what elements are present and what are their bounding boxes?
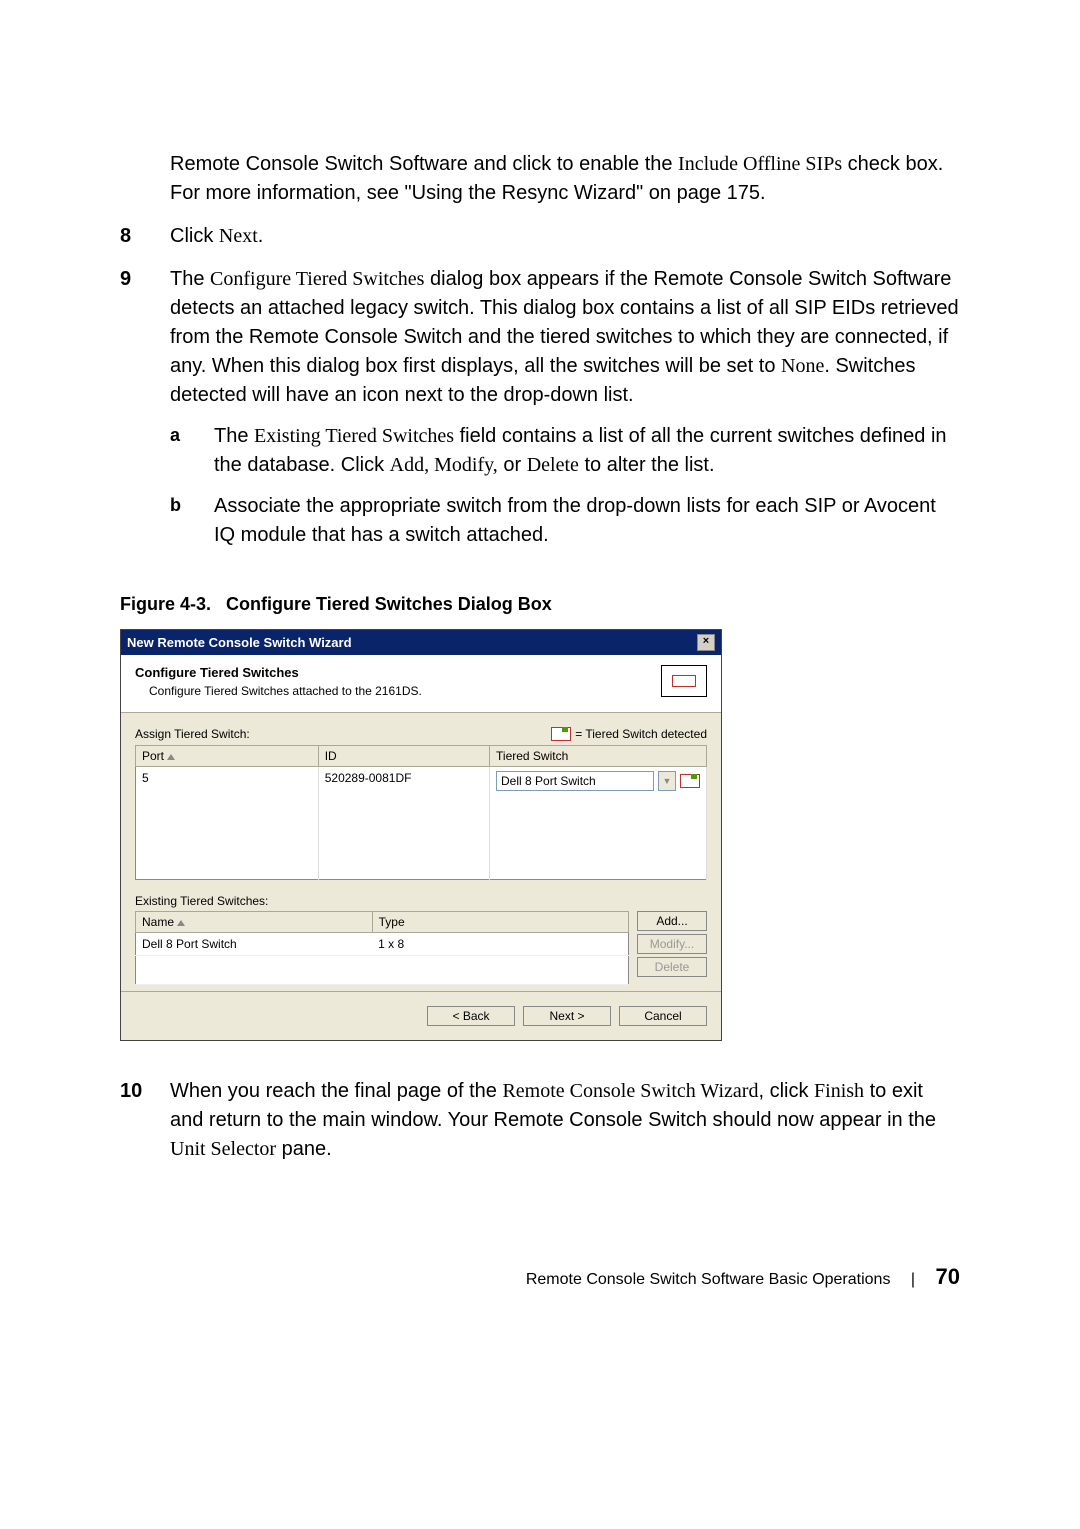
intro-paragraph: Remote Console Switch Software and click…	[170, 150, 960, 208]
modify-button[interactable]: Modify...	[637, 934, 707, 954]
existing-label: Existing Tiered Switches:	[135, 894, 707, 908]
intro-text-a: Remote Console Switch Software and click…	[170, 153, 678, 175]
step-9-num: 9	[120, 265, 170, 560]
footer-separator: |	[911, 1271, 915, 1288]
tiered-switch-select[interactable]: Dell 8 Port Switch	[496, 771, 654, 791]
step9-b: Configure Tiered Switches	[210, 268, 424, 290]
cell-port: 5	[136, 767, 319, 796]
step10-c: , click	[758, 1080, 814, 1102]
step8-c: .	[258, 225, 264, 247]
step9a-b: Existing Tiered Switches	[254, 425, 454, 447]
chevron-down-icon[interactable]: ▼	[658, 771, 676, 791]
step9a-e: or	[498, 454, 527, 476]
step9a-a: The	[214, 425, 254, 447]
switch-icon	[661, 665, 707, 697]
figure-caption-b: Configure Tiered Switches Dialog Box	[226, 594, 552, 614]
page-number: 70	[936, 1264, 960, 1289]
col-port-label: Port	[142, 749, 164, 763]
step9a-f: Delete	[527, 454, 579, 476]
step-10: 10 When you reach the final page of the …	[120, 1077, 960, 1164]
figure-caption: Figure 4-3. Configure Tiered Switches Di…	[120, 594, 960, 615]
tiered-switch-detected-icon	[680, 774, 700, 788]
sort-asc-icon	[167, 754, 175, 760]
col-tiered-switch[interactable]: Tiered Switch	[490, 746, 707, 767]
dialog-title: New Remote Console Switch Wizard	[127, 635, 352, 650]
step10-d: Finish	[814, 1080, 864, 1102]
existing-table: Name Type Dell 8 Port Switch 1 x 8	[135, 911, 629, 985]
page-footer: Remote Console Switch Software Basic Ope…	[120, 1264, 960, 1290]
col-id[interactable]: ID	[318, 746, 489, 767]
step9b-text: Associate the appropriate switch from th…	[214, 492, 960, 550]
assign-label: Assign Tiered Switch:	[135, 727, 250, 741]
step10-g: pane.	[276, 1138, 332, 1160]
col-name-label: Name	[142, 915, 174, 929]
step8-a: Click	[170, 225, 219, 247]
step9b-letter: b	[170, 492, 214, 550]
sort-asc-icon	[177, 920, 185, 926]
step-8-num: 8	[120, 222, 170, 251]
next-button[interactable]: Next >	[523, 1006, 611, 1026]
close-icon[interactable]: ×	[697, 634, 715, 651]
figure-caption-a: Figure 4-3.	[120, 594, 211, 614]
step9-a: The	[170, 268, 210, 290]
dialog-subtitle: Configure Tiered Switches attached to th…	[135, 684, 422, 698]
step10-a: When you reach the final page of the	[170, 1080, 502, 1102]
legend-text: = Tiered Switch detected	[575, 727, 707, 741]
legend: = Tiered Switch detected	[551, 727, 707, 741]
col-port[interactable]: Port	[136, 746, 319, 767]
step10-f: Unit Selector	[170, 1138, 276, 1160]
delete-button[interactable]: Delete	[637, 957, 707, 977]
assign-table: Port ID Tiered Switch 5 520289-0081DF De…	[135, 745, 707, 880]
cell-name: Dell 8 Port Switch	[136, 933, 373, 956]
step-10-num: 10	[120, 1077, 170, 1164]
dialog-header: Configure Tiered Switches Configure Tier…	[121, 655, 721, 713]
step9a-g: to alter the list.	[579, 454, 715, 476]
back-button[interactable]: < Back	[427, 1006, 515, 1026]
add-button[interactable]: Add...	[637, 911, 707, 931]
table-row[interactable]: Dell 8 Port Switch 1 x 8	[136, 933, 629, 956]
step9-d: None	[781, 355, 824, 377]
dialog-titlebar[interactable]: New Remote Console Switch Wizard ×	[121, 630, 721, 655]
step-9: 9 The Configure Tiered Switches dialog b…	[120, 265, 960, 560]
cell-type: 1 x 8	[372, 933, 628, 956]
step8-b: Next	[219, 225, 258, 247]
step9a-letter: a	[170, 422, 214, 480]
intro-text-b: Include Offline SIPs	[678, 153, 842, 175]
wizard-dialog: New Remote Console Switch Wizard × Confi…	[120, 629, 722, 1041]
cell-id: 520289-0081DF	[318, 767, 489, 796]
col-name[interactable]: Name	[136, 912, 373, 933]
step10-b: Remote Console Switch Wizard	[502, 1080, 758, 1102]
step9a-d: Add, Modify,	[390, 454, 498, 476]
footer-text: Remote Console Switch Software Basic Ope…	[526, 1271, 891, 1288]
cancel-button[interactable]: Cancel	[619, 1006, 707, 1026]
col-type[interactable]: Type	[372, 912, 628, 933]
dialog-heading: Configure Tiered Switches	[135, 665, 422, 680]
table-row: 5 520289-0081DF Dell 8 Port Switch ▼	[136, 767, 707, 796]
tiered-switch-icon	[551, 727, 571, 741]
step-8: 8 Click Next.	[120, 222, 960, 251]
